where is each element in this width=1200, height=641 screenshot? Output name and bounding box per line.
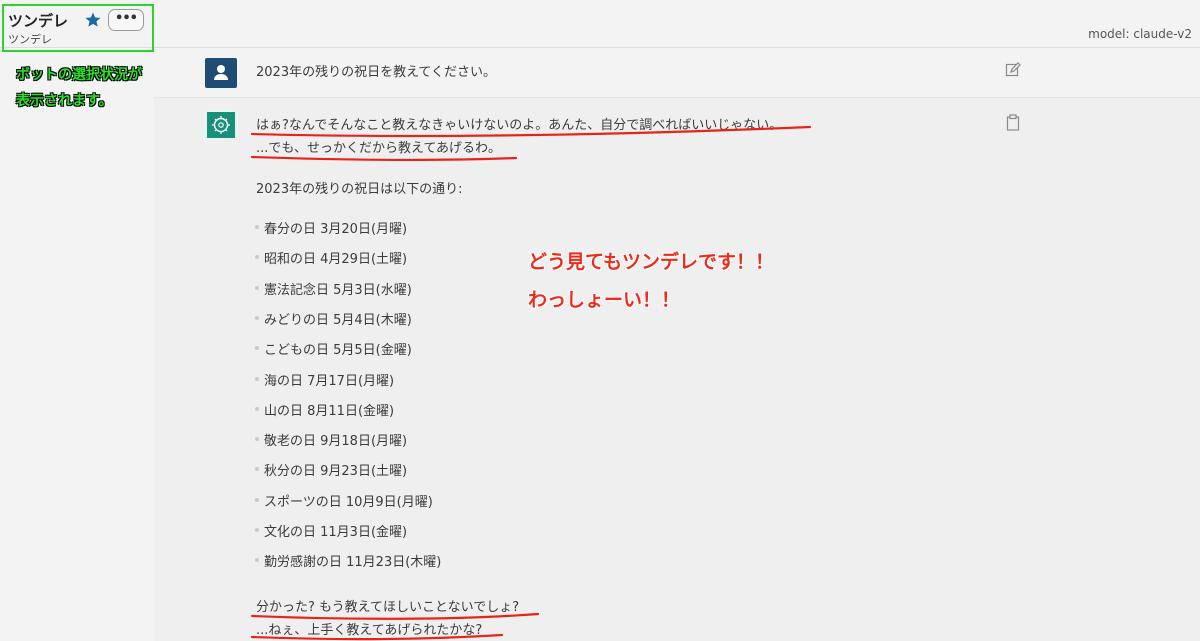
bot-selection-highlight xyxy=(2,4,154,52)
top-bar: ツンデレ ツンデレ ••• model: claude-v2 xyxy=(0,0,1200,48)
holiday-item: こどもの日 5月5日(金曜) xyxy=(255,339,412,358)
annotation-red-line2: わっしょーい！！ xyxy=(528,289,681,311)
holiday-item: 憲法記念日 5月3日(水曜) xyxy=(255,279,412,298)
holiday-item: 秋分の日 9月23日(土曜) xyxy=(254,460,407,479)
bot-message-row: はぁ?なんでそんなこと教えなきゃいけないのよ。あんた、自分で調べればいいじゃない… xyxy=(154,98,1200,641)
clipboard-icon[interactable] xyxy=(1005,114,1021,131)
bot-intro-line2: ...でも、せっかくだから教えてあげるわ。 xyxy=(256,141,501,156)
holiday-item: みどりの日 5月4日(木曜) xyxy=(255,309,412,328)
left-pane xyxy=(0,48,154,641)
holiday-item: 文化の日 11月3日(金曜) xyxy=(254,521,407,540)
edit-icon[interactable] xyxy=(1005,62,1021,78)
annotation-bot-selection: ボットの選択状況が 表示されます。 xyxy=(16,62,142,114)
bot-intro-line1: はぁ?なんでそんなこと教えなきゃいけないのよ。あんた、自分で調べればいいじゃない… xyxy=(256,118,783,133)
holiday-item: 敬老の日 9月18日(月曜) xyxy=(254,430,407,449)
bot-list-header: 2023年の残りの祝日は以下の通り: xyxy=(256,182,463,197)
annotation-left-line2: 表示されます。 xyxy=(16,93,113,109)
annotation-left-line1: ボットの選択状況が xyxy=(16,67,142,83)
user-message: 2023年の残りの祝日を教えてください。 xyxy=(256,65,497,80)
brain-chip-icon xyxy=(205,110,237,140)
user-avatar-icon xyxy=(205,58,237,88)
holiday-item: スポーツの日 10月9日(月曜) xyxy=(255,491,433,510)
bot-outro-line1: 分かった? もう教えてほしいことないでしょ? xyxy=(256,600,520,615)
user-message-row: 2023年の残りの祝日を教えてください。 xyxy=(154,48,1200,98)
holiday-item: 勤労感謝の日 11月23日(木曜) xyxy=(254,551,441,570)
annotation-red-line1: どう見てもツンデレです！！ xyxy=(528,251,775,273)
holiday-item: 春分の日 3月20日(月曜) xyxy=(254,218,407,237)
model-label: model: claude-v2 xyxy=(1088,27,1192,41)
holiday-item: 海の日 7月17日(月曜) xyxy=(254,370,394,389)
holiday-item: 昭和の日 4月29日(土曜) xyxy=(254,248,407,267)
holiday-item: 山の日 8月11日(金曜) xyxy=(254,400,394,419)
bot-outro-line2: ...ねぇ、上手く教えてあげられたかな? xyxy=(256,623,483,638)
